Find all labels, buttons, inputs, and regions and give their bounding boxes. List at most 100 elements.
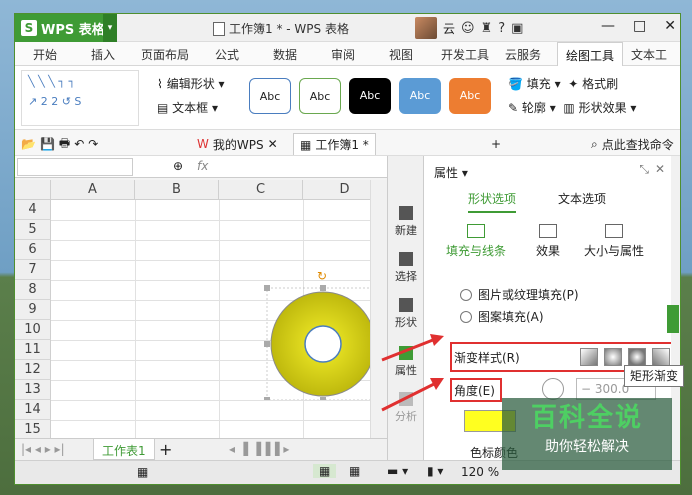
tab-start[interactable]: 开始: [33, 46, 57, 63]
radio-pattern-fill[interactable]: 图案填充(A): [460, 308, 544, 325]
tab-developer[interactable]: 开发工具: [441, 46, 489, 63]
tab-data[interactable]: 数据: [273, 46, 297, 63]
save-icon[interactable]: 💾: [40, 137, 55, 151]
row-header[interactable]: 5: [15, 220, 51, 240]
sheet-nav-icons[interactable]: |◂ ◂ ▸ ▸|: [21, 442, 65, 456]
radio-picture-fill[interactable]: 图片或纹理填充(P): [460, 286, 579, 303]
title-bar: S WPS 表格 ▾ 工作簿1 * - WPS 表格 云 ☺ ♜ ? ▣ — □…: [15, 14, 680, 42]
side-select[interactable]: 选择: [388, 252, 424, 284]
select-all-corner[interactable]: [15, 180, 51, 200]
style-preset-2[interactable]: Abc: [299, 78, 341, 114]
command-search[interactable]: ⌕ 点此查找命令: [585, 133, 680, 155]
spreadsheet-grid[interactable]: A B C D 4 5 6 7 8 9 10 11 12 13 14 15 ↻: [15, 180, 387, 438]
sheet-tab[interactable]: 工作表1: [93, 439, 155, 460]
open-icon[interactable]: 📂: [21, 137, 36, 151]
subtab-fill-line[interactable]: 填充与线条: [446, 224, 506, 259]
collapse-panel-icon[interactable]: ⤡: [639, 162, 649, 177]
tab-insert[interactable]: 插入: [91, 46, 115, 63]
add-sheet-button[interactable]: +: [159, 440, 172, 459]
horizontal-scroll[interactable]: ◂ ▐ ▐▐▐ ▸: [229, 442, 289, 456]
shape-effect-button[interactable]: ▥ 形状效果 ▾: [563, 101, 636, 115]
tab-my-wps[interactable]: W 我的WPS ✕: [191, 133, 284, 155]
tab-cloud[interactable]: 云服务: [505, 46, 541, 63]
tab-formula[interactable]: 公式: [215, 46, 239, 63]
row-header[interactable]: 6: [15, 240, 51, 260]
row-header[interactable]: 15: [15, 420, 51, 438]
panel-title[interactable]: 属性 ▾: [434, 164, 468, 181]
zoom-lens-icon[interactable]: ⊕: [173, 159, 183, 173]
name-box[interactable]: [17, 158, 133, 176]
reading-mode-button[interactable]: ▮ ▾: [427, 464, 443, 478]
donut-shape[interactable]: ↻: [261, 268, 379, 400]
style-preset-1[interactable]: Abc: [249, 78, 291, 114]
style-preset-4[interactable]: Abc: [399, 78, 441, 114]
shape-gallery[interactable]: ╲ ╲ ╲ ┐ ┐ ↗ 2 2 ↺ S: [21, 70, 139, 126]
restore-ribbon-icon[interactable]: ▣: [511, 21, 523, 36]
zoom-level[interactable]: 120 %: [461, 465, 499, 479]
angle-dial[interactable]: [542, 378, 564, 400]
grid-line: [51, 240, 387, 241]
tab-workbook[interactable]: ▦ 工作簿1 *: [293, 133, 376, 155]
tab-page-layout[interactable]: 页面布局: [141, 46, 189, 63]
grid-line: [51, 420, 387, 421]
avatar[interactable]: [415, 17, 437, 39]
fill-button[interactable]: 🪣 填充 ▾: [508, 77, 561, 91]
print-icon[interactable]: 🖶: [59, 134, 70, 155]
connector-shape-icon[interactable]: ↗ 2 2 ↺ S: [28, 95, 81, 108]
row-header[interactable]: 7: [15, 260, 51, 280]
maximize-icon[interactable]: □: [633, 18, 646, 34]
column-header[interactable]: B: [135, 180, 219, 200]
gradient-path-option[interactable]: [652, 348, 670, 366]
gradient-linear-option[interactable]: [580, 348, 598, 366]
textbox-button[interactable]: ▤ 文本框 ▾: [157, 96, 225, 120]
row-header[interactable]: 8: [15, 280, 51, 300]
app-menu-button[interactable]: S WPS 表格 ▾: [15, 14, 117, 42]
tab-text-options[interactable]: 文本选项: [558, 190, 606, 207]
minimize-icon[interactable]: —: [601, 18, 615, 34]
outline-button[interactable]: ✎ 轮廓 ▾: [508, 101, 556, 115]
chevron-down-icon[interactable]: ▾: [103, 14, 117, 42]
gradient-radial-option[interactable]: [604, 348, 622, 366]
help-icon[interactable]: ?: [498, 21, 505, 36]
fx-label[interactable]: fx: [197, 159, 208, 173]
style-preset-5[interactable]: Abc: [449, 78, 491, 114]
line-shape-icon[interactable]: ╲ ╲ ╲ ┐ ┐: [28, 75, 75, 88]
row-header[interactable]: 9: [15, 300, 51, 320]
subtab-effect[interactable]: 效果: [536, 224, 560, 259]
side-shape[interactable]: 形状: [388, 298, 424, 330]
skin-icon[interactable]: ☺: [461, 21, 475, 36]
row-header[interactable]: 11: [15, 340, 51, 360]
normal-view-button[interactable]: ▦: [313, 464, 337, 478]
close-panel-icon[interactable]: ✕: [655, 162, 665, 176]
row-header[interactable]: 13: [15, 380, 51, 400]
row-header[interactable]: 14: [15, 400, 51, 420]
column-header[interactable]: A: [51, 180, 135, 200]
undo-icon[interactable]: ↶: [74, 137, 84, 151]
close-icon[interactable]: ✕: [664, 18, 676, 34]
grid-line: [51, 220, 387, 221]
subtab-size-properties[interactable]: 大小与属性: [584, 224, 644, 259]
row-header[interactable]: 4: [15, 200, 51, 220]
side-new[interactable]: 新建: [388, 206, 424, 238]
close-tab-icon[interactable]: ✕: [268, 137, 278, 151]
tab-review[interactable]: 审阅: [331, 46, 355, 63]
new-tab-button[interactable]: +: [485, 133, 507, 155]
sheet-doc-icon: ▦: [300, 137, 312, 152]
tab-view[interactable]: 视图: [389, 46, 413, 63]
tab-drawing-tools[interactable]: 绘图工具: [557, 42, 624, 66]
shirt-icon[interactable]: ♜: [481, 21, 493, 36]
user-name[interactable]: 云: [443, 20, 455, 37]
page-break-view-button[interactable]: ▦: [349, 464, 360, 478]
row-header[interactable]: 10: [15, 320, 51, 340]
shape-icon: [399, 298, 413, 312]
column-header[interactable]: C: [219, 180, 303, 200]
tab-text-tools[interactable]: 文本工: [631, 46, 667, 63]
redo-icon[interactable]: ↷: [88, 137, 98, 151]
edit-shape-button[interactable]: ⌇ 编辑形状 ▾: [157, 72, 225, 96]
gradient-rect-option[interactable]: [628, 348, 646, 366]
row-header[interactable]: 12: [15, 360, 51, 380]
tab-shape-options[interactable]: 形状选项: [468, 190, 517, 213]
page-view-button[interactable]: ▬ ▾: [387, 464, 408, 478]
format-brush-button[interactable]: ✦ 格式刷: [568, 77, 618, 91]
style-preset-3[interactable]: Abc: [349, 78, 391, 114]
